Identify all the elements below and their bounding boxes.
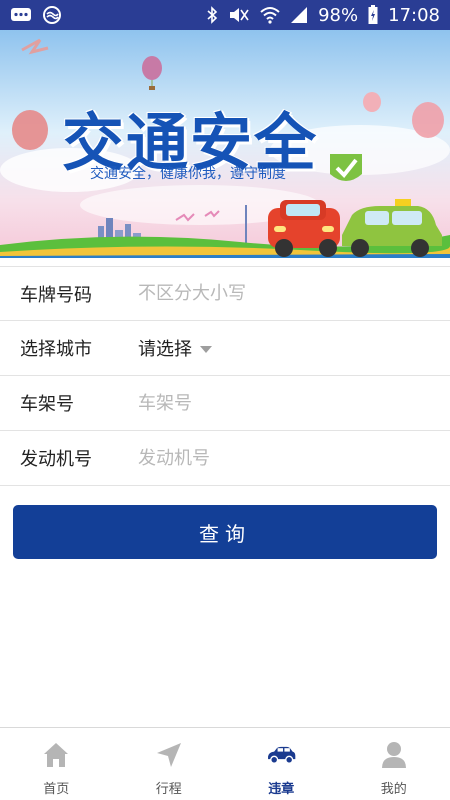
banner: 交通安全 交通安全，健康你我，遵守制度	[0, 30, 450, 258]
dropdown-caret-icon	[200, 345, 212, 353]
violation-query-form: 车牌号码 选择城市 请选择 车架号 发动机号	[0, 266, 450, 486]
query-button[interactable]: 查询	[13, 505, 437, 559]
plate-row: 车牌号码	[0, 266, 450, 321]
bluetooth-icon	[206, 6, 218, 24]
nav-item-mine[interactable]: 我的	[338, 728, 450, 800]
home-icon	[41, 740, 71, 770]
frame-row: 车架号	[0, 376, 450, 431]
nav-label-home: 首页	[43, 782, 70, 797]
engine-row: 发动机号	[0, 431, 450, 486]
battery-percent: 98%	[318, 4, 359, 26]
car-icon	[266, 740, 296, 770]
navigation-arrow-icon	[154, 740, 184, 770]
bottom-nav: 首页 行程 违章 我的	[0, 727, 450, 800]
nav-label-violation: 违章	[268, 782, 295, 797]
plate-input[interactable]	[138, 283, 418, 304]
mute-icon	[228, 6, 250, 24]
sync-icon	[42, 5, 62, 25]
engine-input[interactable]	[138, 447, 418, 469]
city-label: 选择城市	[20, 339, 92, 360]
engine-label: 发动机号	[20, 449, 92, 470]
battery-icon	[368, 5, 378, 25]
city-select[interactable]: 请选择	[138, 335, 212, 361]
signal-icon	[290, 6, 308, 24]
plate-label: 车牌号码	[20, 284, 92, 306]
check-shield-icon	[330, 154, 362, 181]
nav-label-mine: 我的	[380, 782, 407, 797]
nav-item-trip[interactable]: 行程	[113, 728, 226, 800]
city-select-value: 请选择	[138, 339, 192, 360]
user-icon	[379, 740, 409, 770]
nav-item-home[interactable]: 首页	[0, 728, 113, 800]
city-row: 选择城市 请选择	[0, 321, 450, 376]
status-bar: 98% 17:08	[0, 0, 450, 30]
clock: 17:08	[388, 4, 440, 26]
nav-label-trip: 行程	[155, 782, 182, 797]
chat-icon	[10, 6, 32, 24]
nav-item-violation[interactable]: 违章	[225, 728, 338, 800]
wifi-icon	[260, 6, 280, 24]
banner-slogan: 交通安全，健康你我，遵守制度	[90, 166, 286, 182]
frame-label: 车架号	[20, 394, 74, 415]
frame-input[interactable]	[138, 392, 418, 414]
